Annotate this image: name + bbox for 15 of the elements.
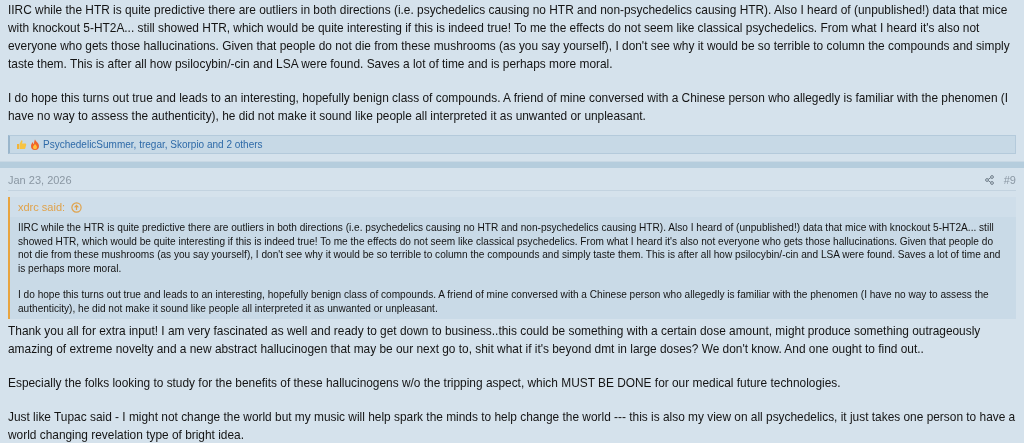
thumbs-up-icon	[16, 139, 27, 150]
flame-icon	[30, 139, 40, 150]
share-icon[interactable]	[984, 175, 994, 185]
post-paragraph: Just like Tupac said - I might not change the world but my music will help spark the minds to help change the world --- this is also my view on all psychedelics, it just takes one person to have a world changing revelation type of bright idea.	[8, 409, 1016, 443]
quote-author[interactable]: xdrc said:	[18, 201, 66, 213]
post-date[interactable]: Jan 23, 2026	[8, 174, 72, 186]
quote-paragraph: IIRC while the HTR is quite predictive there are outliers in both directions (i.e. psychedelics causing no HTR and non-psychedelics causing HTR). Also I heard of (unpublished!) data that mice with knockout 5-HT2A... still showed HTR, which would be quite interesting if this is indeed true! To me the effects do not seem like classical psychedelics. From what I heard it's also not everyone who gets those hallucinations. Given that people do not die from these mushrooms (as you say yourself), I don't see why it would be so terrible to column the compounds and simply taste them. This is after all how psilocybin/-cin and LSA were found. Saves a lot of time and is perhaps more moral.	[18, 221, 1002, 275]
post-paragraph: I do hope this turns out true and leads to an interesting, hopefully benign class of compounds. A friend of mine conversed with a Chinese person who allegedly is familiar with the phenomen (I have no way to assess the authenticity), he did not make it sound like people all interpreted it as unwanted or unpleasant.	[8, 90, 1010, 125]
quote-paragraph: I do hope this turns out true and leads to an interesting, hopefully benign class of compounds. A friend of mine conversed with a Chinese person who allegedly is familiar with the phenomen (I have no way to assess the authenticity), he did not make it sound like people all interpreted it as unwanted or unpleasant.	[18, 288, 990, 315]
reaction-users-link[interactable]: PsychedelicSummer, tregar, Skorpio and 2 others	[43, 139, 263, 150]
post-number[interactable]: #9	[1003, 174, 1016, 186]
post-paragraph: Especially the folks looking to study for the benefits of these hallucinogens w/o the tripping aspect, which MUST BE DONE for our medical future technologies.	[8, 375, 842, 392]
arrow-up-circle-icon[interactable]	[71, 201, 83, 213]
post-paragraph: IIRC while the HTR is quite predictive there are outliers in both directions (i.e. psychedelics causing no HTR and non-psychedelics causing HTR). Also I heard of (unpublished!) data that mice with knockout 5-HT2A... still showed HTR, which would be quite interesting if this is indeed true! To me the effects do not seem like classical psychedelics. From what I heard it's also not everyone who gets those hallucinations. Given that people do not die from these mushrooms (as you say yourself), I don't see why it would be so terrible to column the compounds and simply taste them. This is after all how psilocybin/-cin and LSA were found. Saves a lot of time and is perhaps more moral.	[8, 2, 1011, 73]
post-paragraph: Thank you all for extra input! I am very fascinated as well and ready to get down to business..this could be something with a certain dose amount, might produce something outrageously amazing of extreme novelty and a new abstract hallucinogen that may be our next go to, shit what if it's beyond dmt in large doses? We don't know. And one ought to find out..	[8, 323, 982, 358]
